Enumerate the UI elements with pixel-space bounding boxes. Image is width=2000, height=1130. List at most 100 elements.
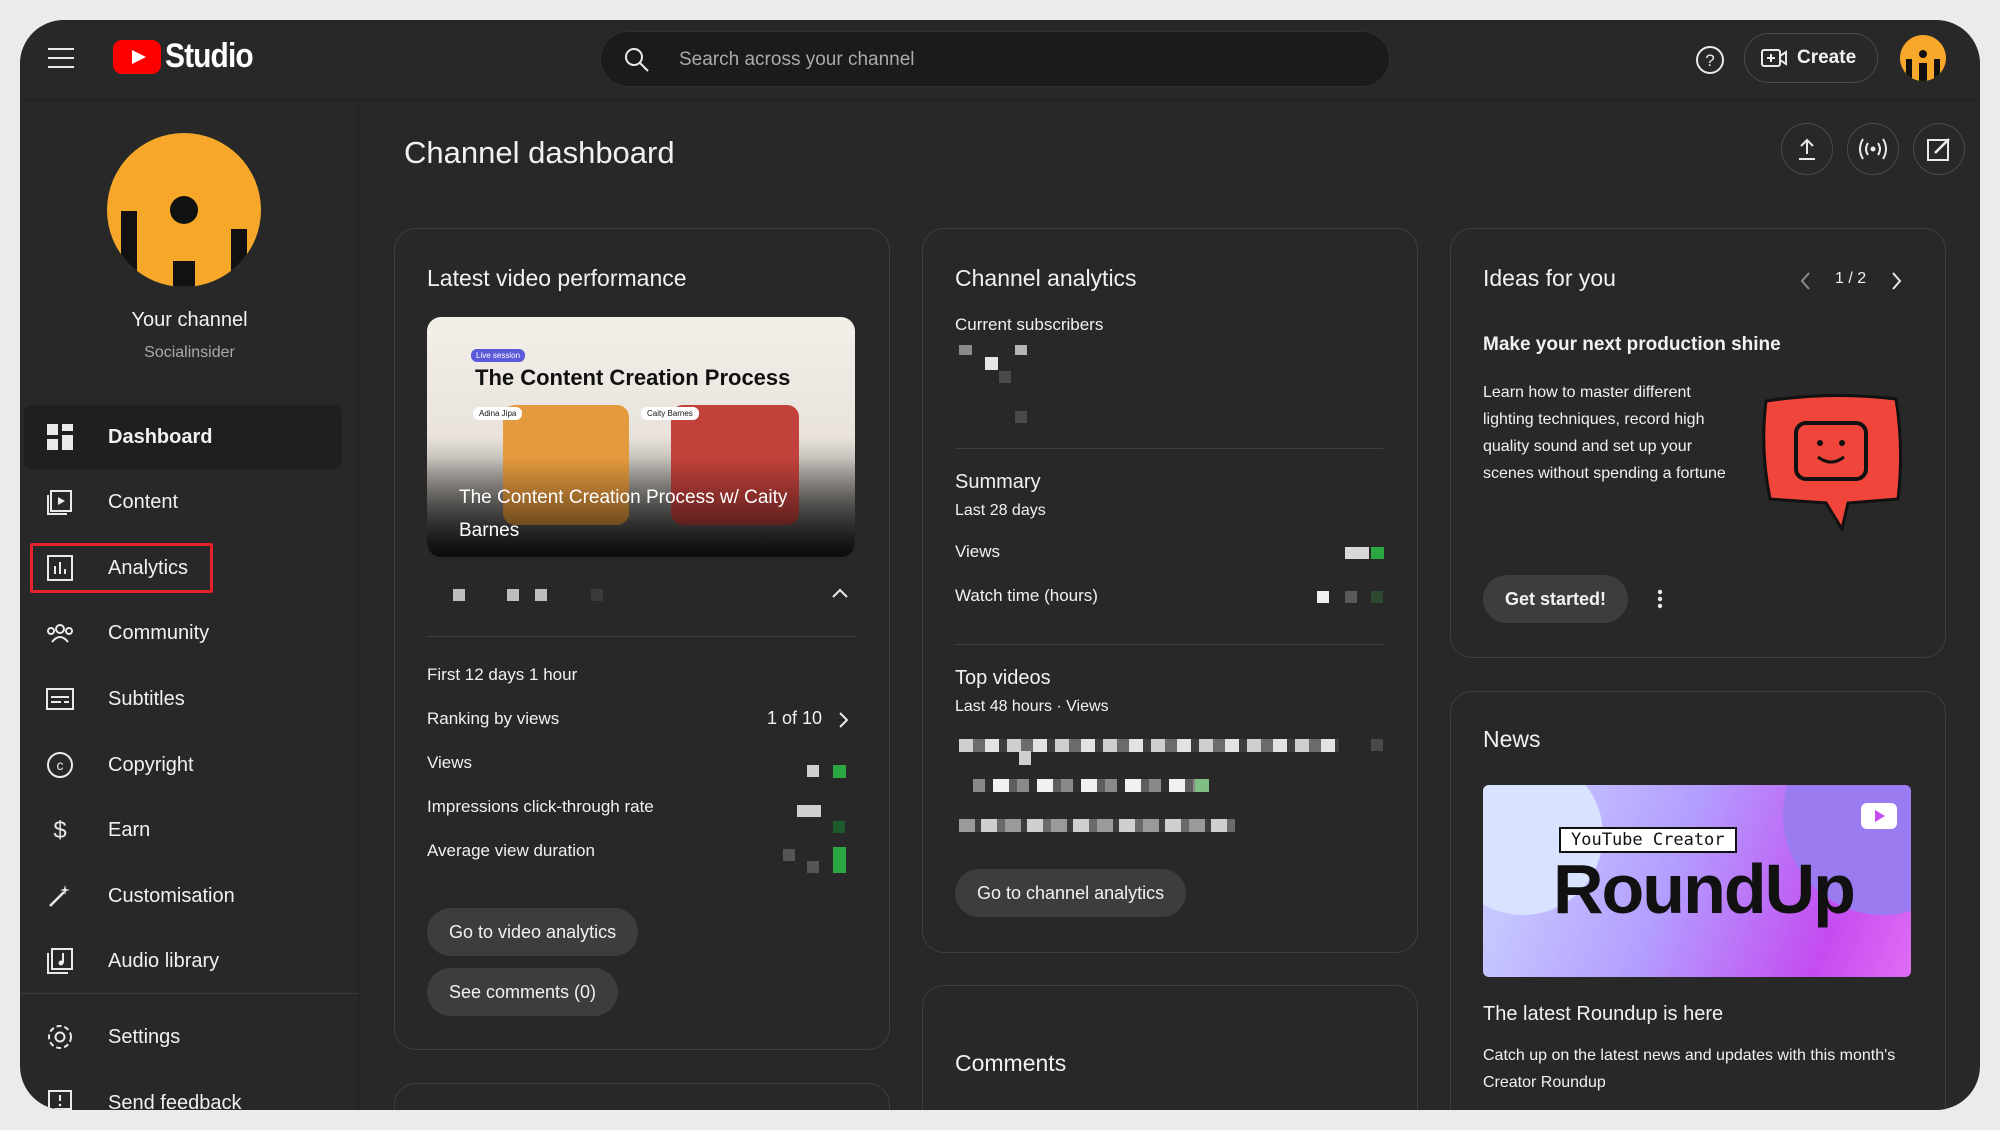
more-options-icon[interactable] bbox=[1657, 589, 1663, 609]
metric-views-label: Views bbox=[427, 753, 473, 772]
sidebar-item-community[interactable]: Community bbox=[24, 601, 342, 665]
latest-video-card: Latest video performance Live session Th… bbox=[394, 228, 890, 1050]
redacted-subscriber-count bbox=[1015, 411, 1027, 423]
get-started-button[interactable]: Get started! bbox=[1483, 575, 1629, 623]
copyright-icon: c bbox=[44, 749, 76, 781]
avatar-logo-icon bbox=[1906, 50, 1940, 81]
idea-illustration-icon bbox=[1762, 393, 1903, 533]
video-thumbnail[interactable]: Live session The Content Creation Proces… bbox=[427, 317, 855, 557]
youtube-play-icon bbox=[113, 39, 161, 74]
redacted-stat bbox=[1345, 547, 1369, 559]
subtitles-icon bbox=[44, 683, 76, 715]
redacted-stat bbox=[1371, 591, 1383, 603]
news-banner[interactable]: YouTube Creator RoundUp bbox=[1483, 785, 1911, 977]
studio-logo[interactable]: Studio bbox=[113, 37, 265, 76]
sidebar-item-settings[interactable]: Settings bbox=[24, 1005, 342, 1069]
settings-icon bbox=[44, 1021, 76, 1053]
redacted-stat bbox=[783, 849, 795, 861]
redacted-stat bbox=[453, 589, 465, 601]
page-title: Channel dashboard bbox=[404, 135, 675, 170]
redacted-top-video bbox=[1019, 751, 1031, 765]
see-comments-button[interactable]: See comments (0) bbox=[427, 968, 619, 1016]
card-title: Latest video performance bbox=[427, 265, 687, 291]
edit-icon bbox=[1927, 138, 1950, 161]
sidebar-item-analytics[interactable]: Analytics bbox=[24, 536, 342, 600]
live-tag: Live session bbox=[471, 349, 526, 362]
sidebar-item-label: Subtitles bbox=[108, 687, 185, 710]
account-avatar[interactable] bbox=[1900, 35, 1946, 81]
channel-analytics-card: Channel analytics Current subscribers Su… bbox=[922, 228, 1418, 953]
youtube-play-icon bbox=[1861, 803, 1897, 829]
sidebar-item-label: Community bbox=[108, 621, 210, 644]
metric-avd-label: Average view duration bbox=[427, 841, 595, 860]
help-icon[interactable]: ? bbox=[1692, 42, 1728, 78]
chevron-left-icon[interactable] bbox=[1799, 271, 1811, 291]
video-title: The Content Creation Process w/ Caity Ba… bbox=[459, 487, 788, 541]
redacted-stat bbox=[807, 765, 819, 777]
create-video-icon bbox=[1761, 49, 1787, 67]
top-bar: Studio Search across your channel ? Crea… bbox=[20, 20, 1980, 101]
upload-icon bbox=[1799, 138, 1815, 160]
sidebar-item-audio-library[interactable]: Audio library bbox=[24, 929, 342, 993]
analytics-icon bbox=[44, 552, 76, 584]
redacted-top-video[interactable] bbox=[959, 819, 1235, 832]
idea-body: Learn how to master different lighting t… bbox=[1483, 384, 1726, 482]
redacted-stat bbox=[591, 589, 603, 601]
ranking-value[interactable]: 1 of 10 bbox=[767, 708, 822, 729]
banner-title: RoundUp bbox=[1553, 850, 1856, 928]
create-label: Create bbox=[1797, 47, 1857, 68]
channel-logo-icon bbox=[121, 196, 247, 287]
redacted-top-video[interactable] bbox=[973, 779, 1209, 792]
thumbnail-heading: The Content Creation Process bbox=[475, 365, 791, 390]
summary-period: Last 28 days bbox=[955, 502, 1046, 519]
svg-text:?: ? bbox=[1705, 51, 1714, 70]
redacted-subscriber-count bbox=[1015, 345, 1027, 355]
redacted-top-video[interactable] bbox=[959, 739, 1339, 752]
search-input[interactable]: Search across your channel bbox=[600, 31, 1390, 87]
summary-watch-time-label: Watch time (hours) bbox=[955, 586, 1098, 605]
redacted-subscriber-count bbox=[959, 345, 972, 355]
chevron-right-icon[interactable] bbox=[837, 711, 849, 729]
sidebar-item-copyright[interactable]: c Copyright bbox=[24, 733, 342, 797]
card-title: News bbox=[1483, 726, 1541, 752]
go-to-video-analytics-button[interactable]: Go to video analytics bbox=[427, 908, 639, 956]
create-post-button[interactable] bbox=[1913, 123, 1965, 175]
summary-views-label: Views bbox=[955, 542, 1001, 561]
metric-ctr-label: Impressions click-through rate bbox=[427, 797, 654, 816]
sidebar-item-label: Customisation bbox=[108, 884, 235, 907]
chevron-up-icon[interactable] bbox=[831, 587, 849, 599]
period-label: First 12 days 1 hour bbox=[427, 665, 578, 684]
comments-card: Comments bbox=[922, 985, 1418, 1110]
redacted-subscriber-count bbox=[985, 357, 998, 370]
card-title: Comments bbox=[955, 1050, 1067, 1076]
sidebar-item-earn[interactable]: $ Earn bbox=[24, 798, 342, 862]
upload-button[interactable] bbox=[1781, 123, 1833, 175]
feedback-icon bbox=[44, 1087, 76, 1110]
channel-avatar[interactable] bbox=[107, 133, 261, 287]
sidebar-item-label: Analytics bbox=[108, 556, 189, 579]
sidebar-item-label: Copyright bbox=[108, 753, 194, 776]
top-videos-period: Last 48 hours · Views bbox=[955, 698, 1109, 715]
go-to-channel-analytics-button[interactable]: Go to channel analytics bbox=[955, 869, 1187, 917]
news-card: News YouTube Creator RoundUp The latest … bbox=[1450, 691, 1946, 1110]
sidebar: Your channel Socialinsider Dashboard Con… bbox=[20, 101, 359, 1110]
divider bbox=[955, 448, 1383, 449]
chevron-right-icon[interactable] bbox=[1891, 271, 1903, 291]
redacted-stat bbox=[535, 589, 547, 601]
redacted-stat bbox=[1371, 547, 1384, 559]
sidebar-item-dashboard[interactable]: Dashboard bbox=[24, 405, 342, 469]
go-live-button[interactable] bbox=[1847, 123, 1899, 175]
redacted-stat bbox=[797, 805, 821, 817]
sidebar-item-content[interactable]: Content bbox=[24, 470, 342, 534]
earn-icon: $ bbox=[44, 814, 76, 846]
studio-window: Studio Search across your channel ? Crea… bbox=[20, 20, 1980, 1110]
sidebar-item-subtitles[interactable]: Subtitles bbox=[24, 667, 342, 731]
sidebar-item-customisation[interactable]: Customisation bbox=[24, 864, 342, 928]
divider bbox=[427, 636, 855, 637]
redacted-top-video bbox=[1371, 739, 1383, 751]
svg-text:$: $ bbox=[53, 817, 66, 844]
sidebar-item-send-feedback[interactable]: Send feedback bbox=[24, 1071, 342, 1110]
sidebar-item-label: Settings bbox=[108, 1025, 181, 1048]
create-button[interactable]: Create bbox=[1744, 33, 1878, 83]
menu-icon[interactable] bbox=[48, 48, 74, 70]
